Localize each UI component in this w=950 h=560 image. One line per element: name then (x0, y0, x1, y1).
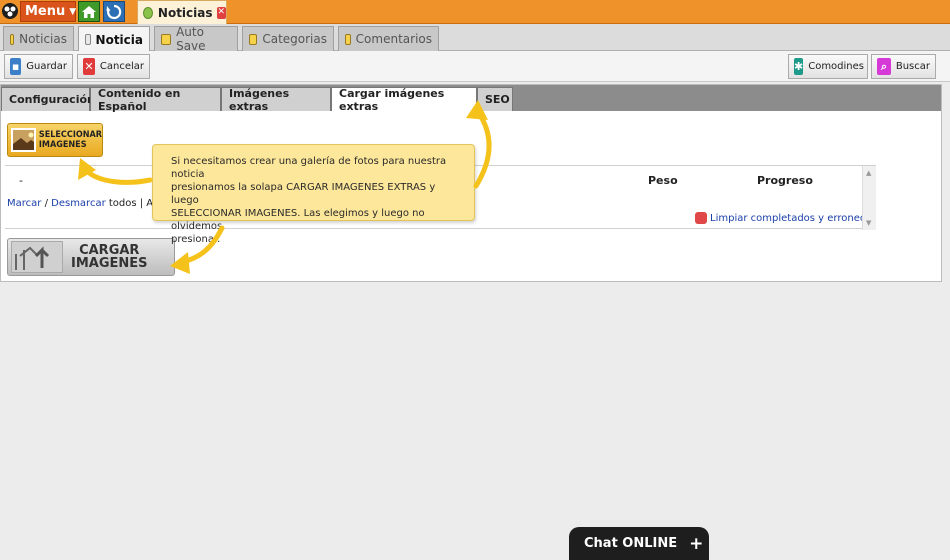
tab-configuracion[interactable]: Configuración (1, 87, 95, 111)
tooltip-line: presionamos la solapa CARGAR IMAGENES EX… (171, 182, 436, 206)
tab-label: Contenido en Español (98, 86, 181, 113)
app-logo-icon[interactable] (0, 0, 20, 22)
tab-comentarios[interactable]: Comentarios (338, 26, 439, 51)
tooltip-line: presionar. (171, 234, 221, 245)
tab-noticia[interactable]: Noticia (78, 26, 150, 52)
document-icon (85, 34, 91, 45)
folder-icon (249, 33, 258, 45)
scroll-up-icon[interactable]: ▲ (866, 169, 871, 177)
floppy-icon: ▪ (10, 58, 22, 75)
tab-categorias[interactable]: Categorias (242, 26, 334, 51)
clear-completed-link[interactable]: Limpiar completados y erroneos (695, 212, 871, 224)
tooltip-line: SELECCIONAR IMAGENES. Las elegimos y lue… (171, 208, 425, 232)
comment-icon (345, 33, 351, 45)
home-button[interactable] (78, 1, 100, 22)
cancel-button[interactable]: ✕ Cancelar (77, 54, 150, 79)
unmark-all-link[interactable]: Desmarcar (51, 198, 106, 209)
document-tab-label: Noticias (157, 5, 213, 20)
caret-down-icon: ▼ (69, 6, 77, 17)
wildcards-button[interactable]: ✱ Comodines (788, 54, 868, 79)
inner-tab-strip: Configuración Contenido en Español Imáge… (1, 85, 941, 113)
clear-icon (695, 212, 707, 224)
cancel-label: Cancelar (99, 61, 144, 72)
tab-label: Configuración (9, 93, 95, 106)
wildcards-label: Comodines (808, 61, 865, 72)
module-tab-row: Noticias Noticia Auto Save Categorias Co… (0, 24, 950, 53)
help-tooltip: Si necesitamos crear una galería de foto… (152, 144, 475, 245)
tab-label: Imágenes extras (229, 86, 290, 113)
search-button[interactable]: ⌕ Buscar (871, 54, 936, 79)
tab-label: SEO (485, 93, 510, 106)
chat-label: Chat ONLINE (584, 536, 678, 551)
select-images-button[interactable]: SELECCIONAR IMAGENES (7, 123, 103, 157)
tab-label: Noticias (19, 32, 67, 46)
tab-imagenes-extras[interactable]: Imágenes extras (221, 86, 331, 113)
cancel-icon: ✕ (83, 58, 95, 75)
save-icon (161, 33, 172, 45)
tab-label: Auto Save (176, 25, 206, 53)
tooltip-line: Si necesitamos crear una galería de foto… (171, 156, 447, 180)
top-bar: Menu ▼ Noticias ✕ (0, 0, 950, 24)
tab-auto-save[interactable]: Auto Save (154, 25, 238, 53)
tab-contenido-espanol[interactable]: Contenido en Español (90, 86, 221, 113)
vertical-scrollbar[interactable]: ▲ ▼ (862, 166, 876, 230)
load-images-button[interactable]: CARGAR IMAGENES (7, 238, 175, 276)
tab-label: Cargar imágenes extras (339, 86, 445, 113)
tab-label: Comentarios (355, 32, 432, 46)
search-icon: ⌕ (877, 58, 891, 75)
load-button-line2: IMAGENES (71, 256, 148, 271)
tab-seo[interactable]: SEO (477, 87, 513, 111)
column-progress-header: Progreso (757, 174, 813, 187)
scroll-down-icon[interactable]: ▼ (866, 219, 871, 227)
tab-label: Categorias (262, 32, 327, 46)
search-label: Buscar (895, 61, 930, 72)
refresh-button[interactable] (103, 1, 125, 22)
list-icon (10, 33, 15, 45)
picture-icon (11, 128, 36, 152)
column-name-header: - (19, 174, 23, 187)
mark-all-link[interactable]: Marcar (7, 198, 41, 209)
upload-picture-icon (11, 241, 63, 273)
menu-label: Menu (25, 4, 66, 19)
select-button-line1: SELECCIONAR (38, 130, 102, 140)
tab-label: Noticia (95, 32, 143, 47)
chat-online-widget[interactable]: Chat ONLINE + (569, 527, 709, 560)
tab-cargar-imagenes-extras[interactable]: Cargar imágenes extras (331, 86, 477, 113)
clear-label: Limpiar completados y erroneos (710, 212, 872, 224)
refresh-icon (106, 4, 122, 19)
toolbar: ▪ Guardar ✕ Cancelar ✱ Comodines ⌕ Busca… (0, 51, 950, 82)
home-icon (82, 5, 96, 18)
tab-noticias[interactable]: Noticias (3, 26, 74, 51)
column-size-header: Peso (648, 174, 678, 187)
main-menu-button[interactable]: Menu ▼ (20, 1, 76, 22)
open-document-tab[interactable]: Noticias ✕ (137, 0, 227, 24)
select-button-line2: IMAGENES (38, 140, 87, 150)
plus-icon: + (689, 533, 704, 554)
close-icon[interactable]: ✕ (216, 6, 226, 19)
save-label: Guardar (26, 61, 67, 72)
save-button[interactable]: ▪ Guardar (4, 54, 73, 79)
mark-links: Marcar / Desmarcar todos | Acc (7, 198, 164, 209)
asterisk-icon: ✱ (794, 58, 804, 75)
document-tab-icon (143, 6, 153, 19)
